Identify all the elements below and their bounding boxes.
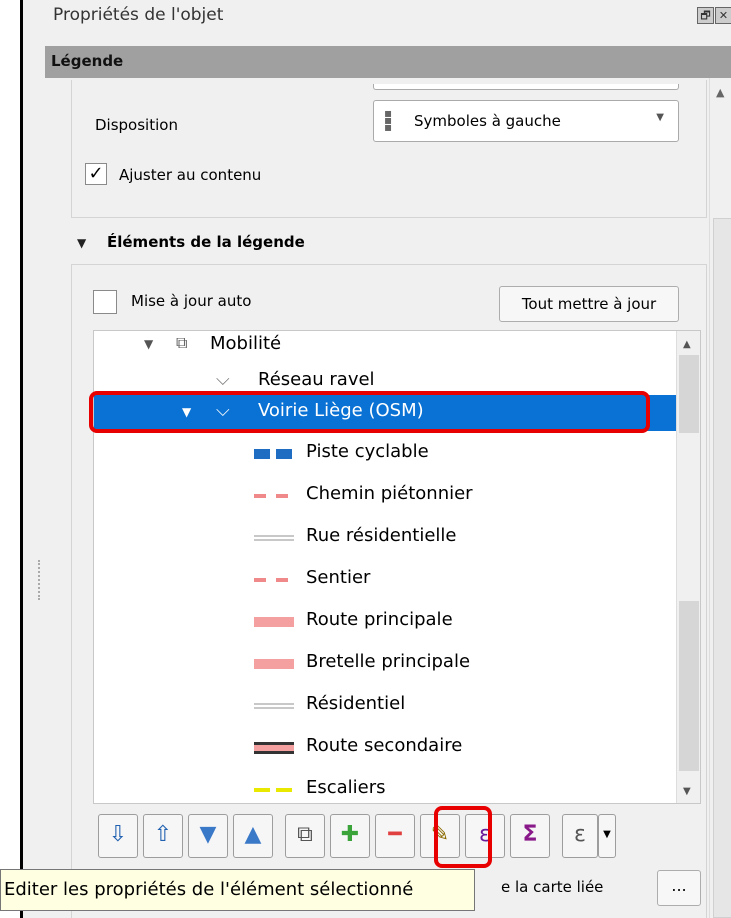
float-panel-icon[interactable]: 🗗 [697,7,714,24]
tree-row-class[interactable]: Sentier [94,559,676,601]
group-label: Mobilité [210,333,282,354]
class-label: Sentier [306,567,371,588]
item-properties-panel: Propriétés de l'objet 🗗 ✕ Légende ▲ Disp… [20,0,731,918]
add-group-button[interactable]: ⧉ [285,814,325,858]
remove-item-button[interactable]: ━ [375,814,415,858]
scroll-up-arrow-icon[interactable]: ▲ [683,339,691,350]
resize-to-content-checkbox[interactable]: ✓ [85,163,107,185]
class-label: Escaliers [306,777,386,798]
tree-scrollbar-thumb[interactable] [679,355,699,433]
tree-row-class[interactable]: Route principale [94,601,676,643]
legend-section-header[interactable]: Légende [45,46,731,78]
disposition-select[interactable]: ▪ ▪ ▪ Symboles à gauche ▼ [373,100,679,142]
layer-label: Réseau ravel [258,369,375,390]
auto-update-label: Mise à jour auto [131,292,252,310]
drag-handle-icon: ▪ ▪ ▪ [384,106,393,134]
tree-row-class[interactable]: Bretelle principale [94,643,676,685]
move-down-button[interactable]: ⇩ [98,814,138,858]
class-label: Route principale [306,609,453,630]
scroll-down-arrow-icon[interactable]: ▼ [683,786,691,797]
expand-button[interactable]: ▼ [188,814,228,858]
class-label: Chemin piétonnier [306,483,473,504]
auto-update-checkbox[interactable] [93,290,117,314]
legend-section-title: Légende [51,52,124,70]
tree-row-class[interactable]: Route secondaire [94,727,676,769]
triangle-up-icon: ▲ [244,822,262,847]
panel-title-bar: Propriétés de l'objet 🗗 ✕ [23,0,731,42]
selected-row-highlight [89,391,650,433]
legend-symbol [254,494,294,498]
resize-to-content-label: Ajuster au contenu [119,166,262,184]
linked-map-browse-button[interactable]: ... [657,870,701,906]
scrollbar-thumb[interactable] [713,218,731,918]
legend-symbol [254,742,294,754]
sigma-icon: Σ [522,822,538,847]
upper-combo-edge [373,84,679,90]
panel-title-icons: 🗗 ✕ [697,7,731,24]
filter-expression-button[interactable]: ε [562,814,598,858]
chevron-down-icon: ▼ [603,829,611,840]
collapse-button[interactable]: ▲ [233,814,273,858]
triangle-down-icon: ▼ [199,822,217,847]
edit-button-highlight [434,806,492,868]
class-label: Résidentiel [306,693,406,714]
tree-row-class[interactable]: Résidentiel [94,685,676,727]
disposition-label: Disposition [95,116,178,134]
plus-icon: ✚ [340,822,360,847]
legend-symbol [254,449,294,459]
line-layer-icon: ⌵ [216,369,230,390]
count-button[interactable]: Σ [510,814,550,858]
panel-resize-grip[interactable] [38,560,40,600]
minus-icon: ━ [388,822,402,847]
layer-group-icon: ⧉ [176,333,188,352]
class-label: Piste cyclable [306,441,429,462]
disposition-select-value: Symboles à gauche [414,112,561,130]
update-all-button[interactable]: Tout mettre à jour [499,286,679,322]
chevron-down-icon: ▼ [656,112,664,123]
edit-item-tooltip: Editer les propriétés de l'élément sélec… [0,869,475,911]
legend-symbol [254,535,294,541]
tree-row-class[interactable]: Piste cyclable [94,433,676,475]
legend-items-header[interactable]: Éléments de la légende [107,233,305,251]
class-label: Route secondaire [306,735,463,756]
properties-scrollbar[interactable]: ▲ [709,78,731,918]
tree-scrollbar-track-segment [679,601,699,771]
tree-scrollbar[interactable]: ▲ ▼ [676,331,700,803]
add-item-button[interactable]: ✚ [330,814,370,858]
legend-symbol [254,703,294,709]
close-panel-icon[interactable]: ✕ [715,7,731,24]
panel-title: Propriétés de l'objet [53,5,224,25]
legend-symbol [254,578,294,582]
collapse-triangle-icon[interactable]: ▼ [77,236,86,250]
move-down-icon: ⇩ [108,822,128,847]
scroll-up-arrow-icon[interactable]: ▲ [716,86,724,99]
linked-map-label: e la carte liée [501,878,604,896]
tree-row-class[interactable]: Rue résidentielle [94,517,676,559]
legend-symbol [254,788,294,792]
add-group-icon: ⧉ [297,822,313,847]
move-up-icon: ⇧ [153,822,173,847]
tree-row-class[interactable]: Escaliers [94,769,676,803]
class-label: Rue résidentielle [306,525,457,546]
legend-symbol [254,659,294,669]
legend-symbol [254,617,294,627]
filter-epsilon-icon: ε [574,822,586,847]
expand-arrow-icon[interactable]: ▼ [144,337,153,351]
tree-row-class[interactable]: Chemin piétonnier [94,475,676,517]
filter-dropdown-button[interactable]: ▼ [598,814,616,858]
class-label: Bretelle principale [306,651,471,672]
move-up-button[interactable]: ⇧ [143,814,183,858]
